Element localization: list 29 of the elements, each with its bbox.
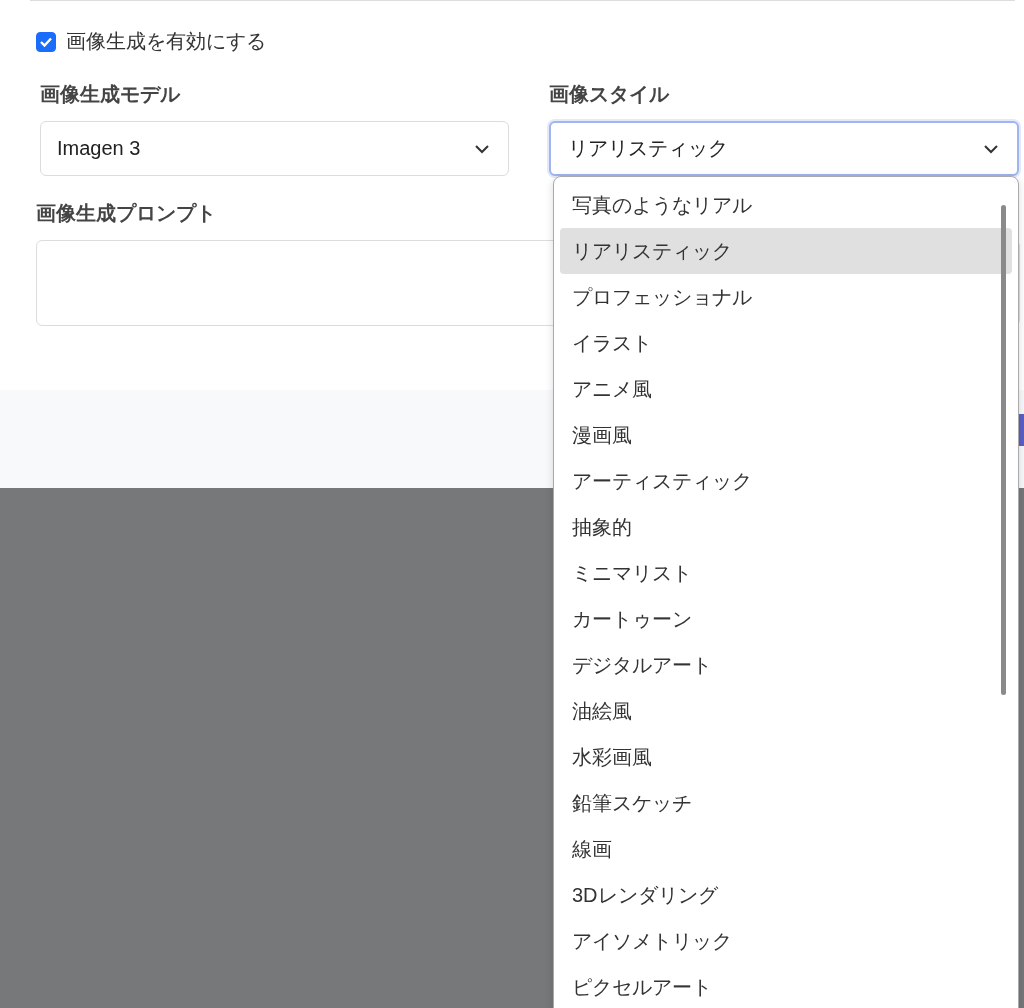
- model-select[interactable]: Imagen 3: [40, 121, 509, 176]
- dropdown-option[interactable]: アニメ風: [560, 366, 1012, 412]
- dropdown-option[interactable]: 油絵風: [560, 688, 1012, 734]
- dropdown-option[interactable]: デジタルアート: [560, 642, 1012, 688]
- field-label: 画像生成プロンプト: [36, 201, 216, 226]
- dropdown-option[interactable]: リアリスティック: [560, 228, 1012, 274]
- field-label: 画像スタイル: [549, 82, 669, 107]
- dropdown-option[interactable]: 3Dレンダリング: [560, 872, 1012, 918]
- dropdown-option[interactable]: 線画: [560, 826, 1012, 872]
- checkbox[interactable]: [36, 31, 56, 52]
- chevron-down-icon: [474, 143, 490, 154]
- dropdown-option[interactable]: 写真のようなリアル: [560, 182, 1012, 228]
- dropdown-option[interactable]: 漫画風: [560, 412, 1012, 458]
- style-select[interactable]: リアリスティック: [549, 121, 1019, 176]
- dropdown-option[interactable]: ミニマリスト: [560, 550, 1012, 596]
- chevron-down-icon: [983, 143, 999, 154]
- dropdown-option[interactable]: カートゥーン: [560, 596, 1012, 642]
- field-label: 画像生成モデル: [40, 82, 180, 107]
- checkbox-label: 画像生成を有効にする: [66, 29, 266, 54]
- dropdown-option[interactable]: プロフェッショナル: [560, 274, 1012, 320]
- dropdown-option[interactable]: イラスト: [560, 320, 1012, 366]
- scrollbar-thumb[interactable]: [1001, 205, 1006, 695]
- dropdown-option[interactable]: 水彩画風: [560, 734, 1012, 780]
- checkmark-icon: [39, 35, 53, 48]
- dropdown-option[interactable]: アイソメトリック: [560, 918, 1012, 964]
- dropdown-option[interactable]: 鉛筆スケッチ: [560, 780, 1012, 826]
- dropdown-option[interactable]: アーティスティック: [560, 458, 1012, 504]
- dropdown-option[interactable]: ピクセルアート: [560, 964, 1012, 1008]
- dropdown-option[interactable]: 抽象的: [560, 504, 1012, 550]
